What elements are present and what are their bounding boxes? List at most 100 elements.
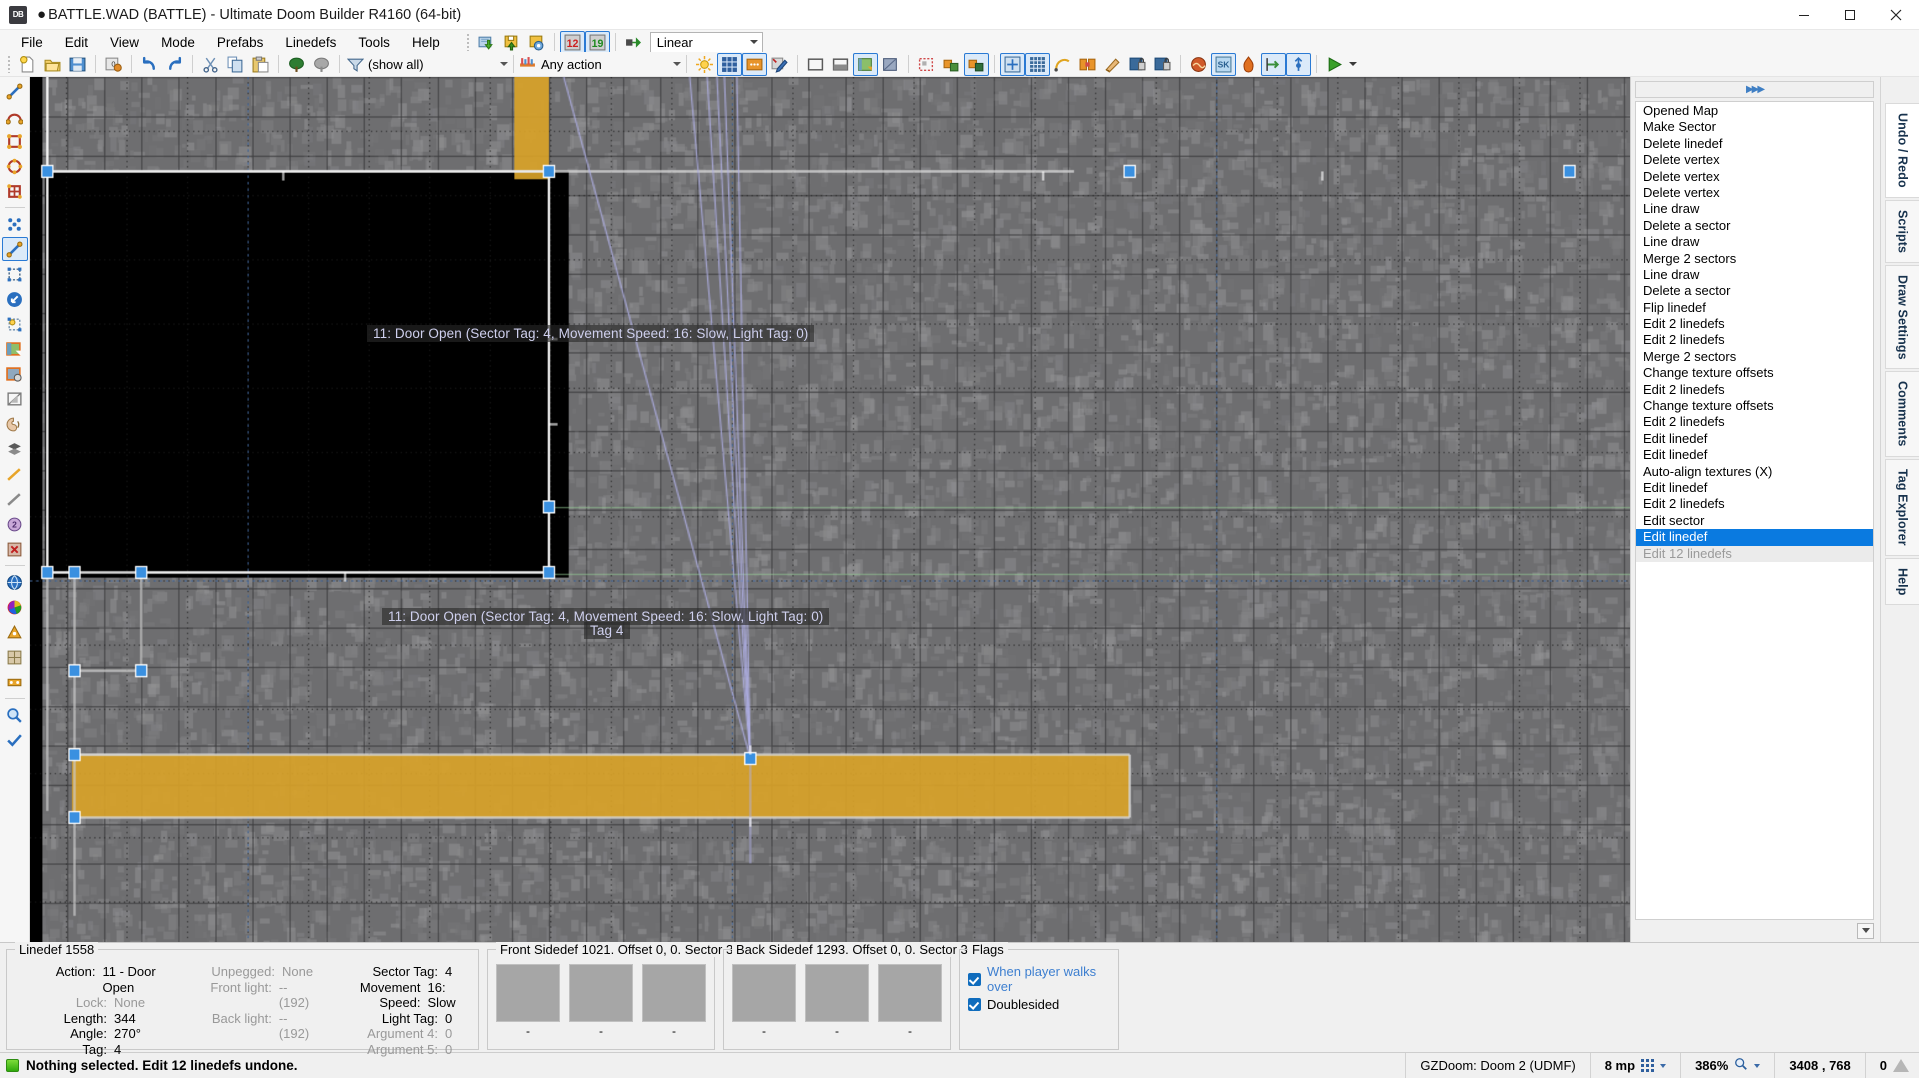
cut-button[interactable] (198, 53, 223, 76)
things-mode-button[interactable] (2, 287, 28, 311)
open-map-button[interactable] (40, 53, 65, 76)
show-things-button[interactable] (284, 53, 309, 76)
dynamic-light-button[interactable] (692, 53, 717, 76)
fullbrightness-button[interactable] (767, 53, 792, 76)
undo-button[interactable] (137, 53, 162, 76)
vertical-tab-scripts[interactable]: Scripts (1885, 199, 1919, 263)
minimize-button[interactable] (1781, 0, 1827, 30)
undo-item[interactable]: Line draw (1636, 201, 1873, 217)
undo-item[interactable]: Auto-align textures (X) (1636, 464, 1873, 480)
checkbox-icon-2[interactable] (968, 998, 981, 1011)
menu-tools[interactable]: Tools (347, 33, 401, 52)
linedefs-mode-button[interactable] (1, 237, 28, 261)
draw-rectangle-icon-button[interactable] (2, 129, 28, 153)
brush-tool-button[interactable] (1100, 53, 1125, 76)
undo-item[interactable]: Edit 2 linedefs (1636, 414, 1873, 430)
reload-resources-button[interactable]: 0 (101, 53, 126, 76)
undo-item[interactable]: Merge 2 sectors (1636, 251, 1873, 267)
undo-item[interactable]: Edit sector (1636, 513, 1873, 529)
error-check-button[interactable] (2, 537, 28, 561)
undo-item[interactable]: Delete vertex (1636, 185, 1873, 201)
menu-file[interactable]: File (10, 33, 54, 52)
status-grid-cell[interactable]: 8 mp (1589, 1052, 1680, 1078)
vertical-tab-draw-settings[interactable]: Draw Settings (1885, 264, 1919, 370)
hide-things-button[interactable] (309, 53, 334, 76)
slope-mode-button[interactable] (2, 462, 28, 486)
close-button[interactable] (1873, 0, 1919, 30)
thing-filter-combo[interactable]: (show all) (368, 54, 508, 74)
map-canvas-area[interactable]: 11: Door Open (Sector Tag: 4, Movement S… (30, 77, 1630, 942)
undo-item[interactable]: Delete vertex (1636, 169, 1873, 185)
draw-curve-icon-button[interactable] (2, 104, 28, 128)
back-middle-texture-image[interactable] (805, 964, 869, 1022)
undo-item[interactable]: Edit 2 linedefs (1636, 496, 1873, 512)
visual-mode-button[interactable] (2, 570, 28, 594)
snap-to-grid-button[interactable] (914, 53, 939, 76)
undo-history-list[interactable]: Opened Map Make Sector Delete linedef Delet… (1635, 101, 1874, 920)
lock-things-button[interactable] (1150, 53, 1175, 76)
undo-item[interactable]: Delete a sector (1636, 283, 1873, 299)
vertical-tab-help[interactable]: Help (1885, 557, 1919, 606)
vertices-mode-button[interactable] (2, 212, 28, 236)
sectors-mode-button[interactable] (2, 262, 28, 286)
main-toolbar-grip[interactable] (6, 55, 13, 73)
undo-item[interactable]: Line draw (1636, 267, 1873, 283)
undo-item[interactable]: Edit linedef (1636, 431, 1873, 447)
show-comments-button[interactable] (742, 52, 767, 76)
fire-button[interactable] (1236, 53, 1261, 76)
menu-mode[interactable]: Mode (150, 33, 206, 52)
menu-help[interactable]: Help (401, 33, 451, 52)
redo-button[interactable] (162, 53, 187, 76)
undo-item[interactable]: Edit linedef (1636, 529, 1873, 546)
make-door-mode-button[interactable] (2, 362, 28, 386)
undo-item[interactable]: Flip linedef (1636, 300, 1873, 316)
front-lower-texture-image[interactable] (642, 964, 706, 1022)
tag-range-button[interactable] (2, 620, 28, 644)
draw-line-icon-button[interactable] (2, 79, 28, 103)
draw-grid-icon-button[interactable] (2, 179, 28, 203)
flag-doublesided[interactable]: Doublesided (968, 997, 1110, 1012)
edit-selection-mode-button[interactable] (2, 312, 28, 336)
undo-panel-collapse-button[interactable] (1857, 922, 1874, 939)
align-floor-button[interactable] (1261, 52, 1286, 76)
front-upper-texture-image[interactable] (496, 964, 560, 1022)
undo-item[interactable]: Edit linedef (1636, 447, 1873, 463)
textured-view-button[interactable] (853, 52, 878, 76)
configure-resources-button[interactable] (524, 31, 549, 54)
back-middle-texture[interactable]: - (805, 964, 869, 1038)
paste-button[interactable] (248, 53, 273, 76)
front-lower-texture[interactable]: - (642, 964, 706, 1038)
color-wheel-button[interactable] (2, 595, 28, 619)
undo-item[interactable]: Make Sector (1636, 119, 1873, 135)
test-map-button[interactable] (1322, 53, 1347, 76)
menu-linedefs[interactable]: Linedefs (274, 33, 347, 52)
menu-view[interactable]: View (99, 33, 150, 52)
map-view[interactable] (30, 77, 1630, 942)
show-grid-button[interactable] (717, 52, 742, 76)
gradient-brightness-button[interactable] (2, 487, 28, 511)
gradient-mode-combo[interactable]: Linear (649, 31, 763, 53)
front-upper-texture[interactable]: - (496, 964, 560, 1038)
make-sector-mode-button[interactable] (2, 337, 28, 361)
flag-when-player-walks-over[interactable]: When player walks over (968, 964, 1110, 994)
undo-item[interactable]: Delete linedef (1636, 136, 1873, 152)
undo-item[interactable]: Delete vertex (1636, 152, 1873, 168)
undo-item[interactable]: Edit 2 linedefs (1636, 332, 1873, 348)
copy-button[interactable] (223, 53, 248, 76)
thing-align-button[interactable] (2, 670, 28, 694)
sector-3d-floors-button[interactable] (2, 437, 28, 461)
lock-sectors-button[interactable] (1125, 53, 1150, 76)
texture-offset-button[interactable] (2, 645, 28, 669)
checkbox-icon[interactable] (968, 972, 981, 986)
export-wad-button[interactable] (499, 31, 524, 54)
import-wad-button[interactable] (474, 31, 499, 54)
undo-item[interactable]: Delete a sector (1636, 218, 1873, 234)
merge-geometry-button[interactable] (939, 53, 964, 76)
undo-item[interactable]: Edit linedef (1636, 480, 1873, 496)
back-lower-texture-image[interactable] (878, 964, 942, 1022)
undo-item[interactable]: Change texture offsets (1636, 365, 1873, 381)
auto-align-button[interactable] (1000, 52, 1025, 76)
vertical-tab-undo-redo[interactable]: Undo / Redo (1885, 103, 1919, 198)
new-map-button[interactable] (15, 53, 40, 76)
save-map-button[interactable] (65, 53, 90, 76)
